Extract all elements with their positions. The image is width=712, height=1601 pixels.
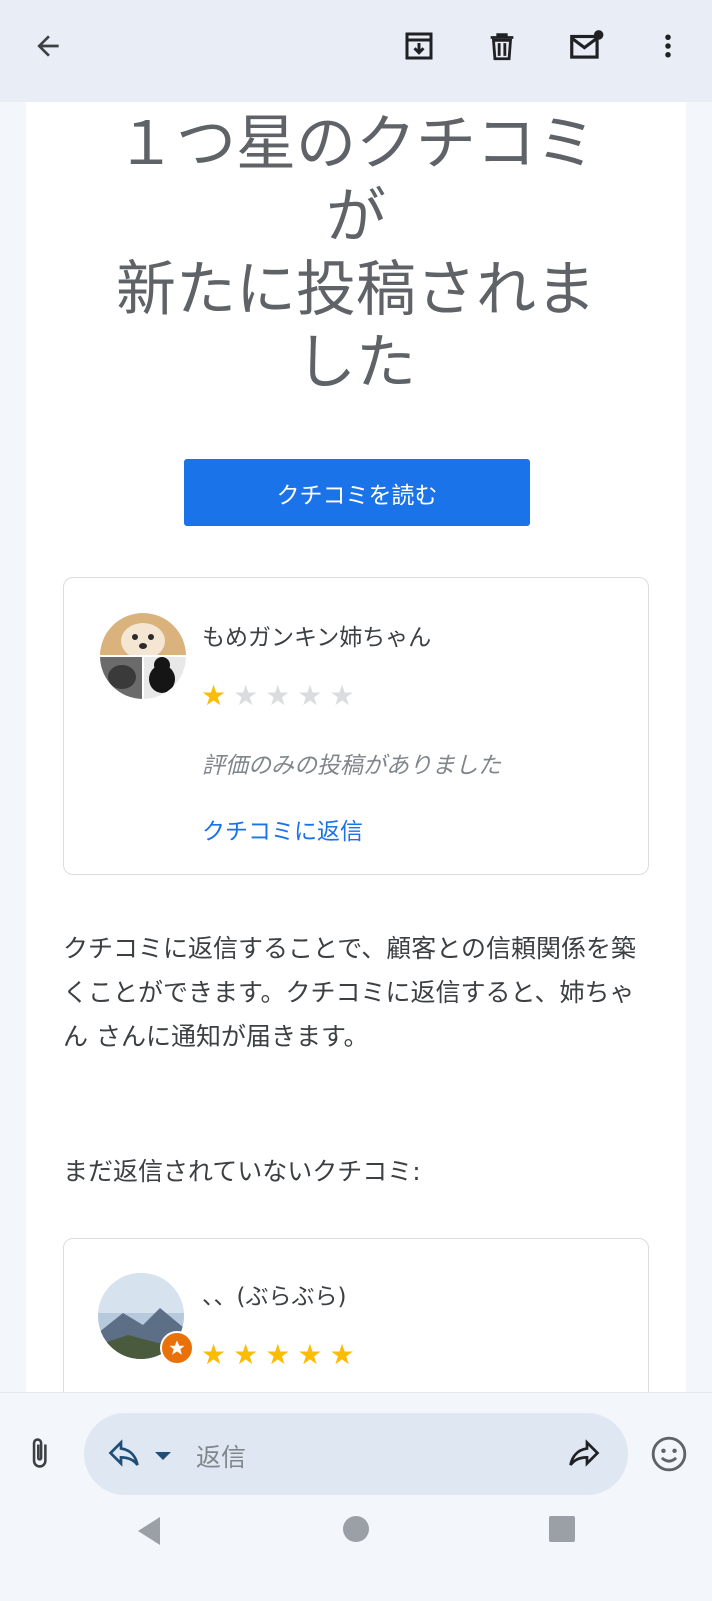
email-headline: １つ星のクチコミ が 新たに投稿されま した xyxy=(26,108,686,400)
star-filled-icon: ★ xyxy=(233,1338,259,1371)
headline-line: した xyxy=(296,328,416,398)
star-filled-icon: ★ xyxy=(201,679,227,712)
headline-line: 新たに投稿されま xyxy=(116,255,596,325)
attach-icon[interactable] xyxy=(22,1433,56,1477)
nav-home-icon[interactable] xyxy=(342,1515,370,1547)
reviewer-name: もめガンキン姉ちゃん xyxy=(202,625,432,651)
star-filled-icon: ★ xyxy=(265,1338,291,1371)
star-empty-icon: ★ xyxy=(297,679,323,712)
review-card: 、、(ぶらぶら) ★ ★ ★ ★ ★ xyxy=(63,1238,649,1392)
star-filled-icon: ★ xyxy=(201,1338,227,1371)
emoji-icon[interactable] xyxy=(650,1435,688,1477)
nav-back-icon[interactable] xyxy=(134,1515,164,1551)
mark-unread-icon[interactable] xyxy=(562,22,610,70)
reviewer-name: 、、(ぶらぶら) xyxy=(202,1284,347,1310)
nav-recents-icon[interactable] xyxy=(548,1515,576,1547)
more-vert-icon[interactable] xyxy=(644,22,692,70)
bottom-area: 返信 xyxy=(0,1392,712,1601)
star-filled-icon: ★ xyxy=(297,1338,323,1371)
unreplied-reviews-label: まだ返信されていないクチコミ: xyxy=(63,1157,421,1186)
reply-icon[interactable] xyxy=(106,1435,142,1475)
star-empty-icon: ★ xyxy=(329,679,355,712)
reply-placeholder: 返信 xyxy=(196,1443,247,1472)
reviewer-avatar xyxy=(100,613,186,699)
archive-icon[interactable] xyxy=(395,22,443,70)
chevron-down-icon[interactable] xyxy=(154,1447,172,1466)
headline-line: が xyxy=(326,182,386,252)
top-app-bar xyxy=(0,0,712,102)
reply-to-review-link[interactable]: クチコミに返信 xyxy=(202,812,363,846)
star-rating: ★ ★ ★ ★ ★ xyxy=(201,1340,355,1370)
review-card: もめガンキン姉ちゃん ★ ★ ★ ★ ★ 評価のみの投稿がありました クチコミに… xyxy=(63,577,649,875)
email-body: １つ星のクチコミ が 新たに投稿されま した クチコミを読む もめガンキン姉ちゃ… xyxy=(26,102,686,1392)
back-arrow-icon[interactable] xyxy=(24,22,72,70)
headline-line: １つ星のクチコミ xyxy=(116,109,596,179)
forward-icon[interactable] xyxy=(566,1435,602,1475)
star-empty-icon: ★ xyxy=(265,679,291,712)
star-rating: ★ ★ ★ ★ ★ xyxy=(201,681,355,711)
star-empty-icon: ★ xyxy=(233,679,259,712)
delete-icon[interactable] xyxy=(478,22,526,70)
local-guide-badge-icon xyxy=(160,1331,194,1365)
read-review-button[interactable]: クチコミを読む xyxy=(184,459,530,526)
star-filled-icon: ★ xyxy=(329,1338,355,1371)
info-paragraph: クチコミに返信することで、顧客との信頼関係を築くことができます。クチコミに返信す… xyxy=(63,934,637,1051)
reply-compose-bar[interactable]: 返信 xyxy=(84,1413,628,1495)
rating-only-note: 評価のみの投稿がありました xyxy=(202,753,501,779)
